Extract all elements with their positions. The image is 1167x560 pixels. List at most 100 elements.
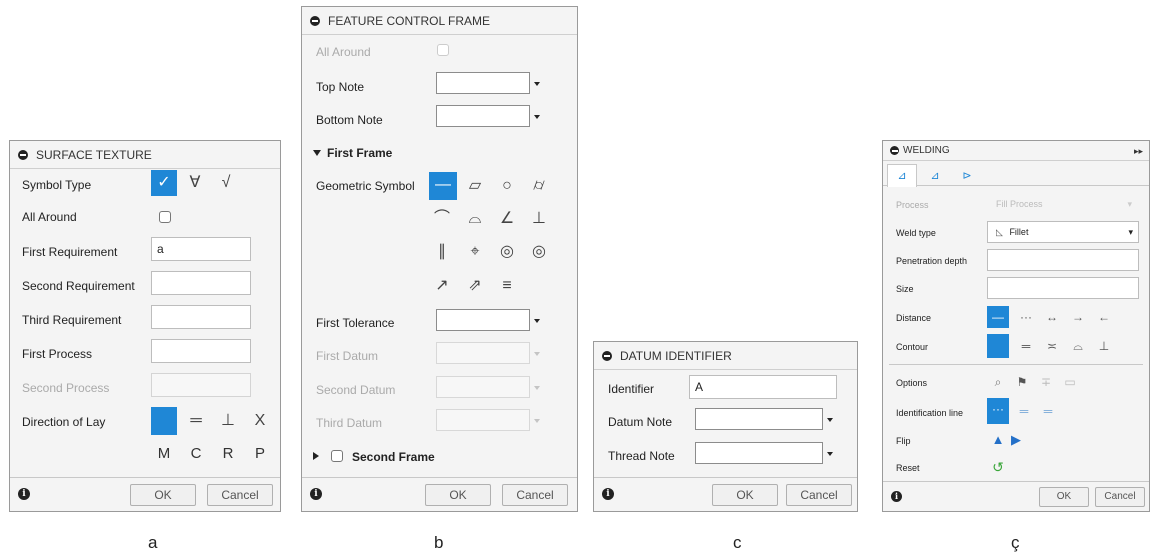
lay-none-button[interactable] bbox=[151, 407, 177, 435]
identifier-input[interactable]: A bbox=[689, 375, 837, 399]
cancel-button[interactable]: Cancel bbox=[1095, 487, 1145, 507]
distance-left-arrow-button[interactable]: ← bbox=[1093, 306, 1115, 328]
second-frame-header[interactable]: Second Frame bbox=[352, 450, 435, 464]
cancel-button[interactable]: Cancel bbox=[502, 484, 568, 506]
parallelism-symbol-button[interactable]: ∥ bbox=[429, 239, 455, 265]
tab-both-sides[interactable]: ⊳ bbox=[953, 166, 981, 186]
id-line-bottom-button[interactable]: ═ bbox=[1037, 400, 1059, 422]
second-requirement-input[interactable] bbox=[151, 271, 251, 295]
divider bbox=[889, 364, 1143, 365]
lay-multidirectional-button[interactable]: M bbox=[151, 441, 177, 467]
straightness-symbol-button[interactable]: — bbox=[429, 172, 457, 200]
circularity-symbol-button[interactable]: ○ bbox=[494, 173, 520, 199]
identification-line-label: Identification line bbox=[896, 408, 964, 418]
flag-icon[interactable]: ⚑ bbox=[1011, 371, 1033, 393]
material-removal-symbol-button[interactable]: ∀ bbox=[182, 170, 208, 196]
position-symbol-button[interactable]: ⌖ bbox=[462, 239, 488, 265]
collapse-icon[interactable] bbox=[890, 146, 899, 155]
no-material-removal-symbol-button[interactable]: √ bbox=[213, 170, 239, 196]
third-requirement-input[interactable] bbox=[151, 305, 251, 329]
surface-texture-panel: SURFACE TEXTURE Symbol Type ✓ ∀ √ All Ar… bbox=[9, 140, 281, 512]
magnifier-icon[interactable]: ⌕ bbox=[987, 371, 1009, 393]
ok-button[interactable]: OK bbox=[712, 484, 778, 506]
thread-note-dropdown[interactable] bbox=[695, 442, 823, 464]
chevron-down-icon: ▾ bbox=[1127, 199, 1132, 209]
profile-surface-symbol-button[interactable]: ⌓ bbox=[462, 206, 488, 232]
perpendicularity-symbol-button[interactable]: ⊥ bbox=[526, 206, 552, 232]
info-icon[interactable]: i bbox=[310, 488, 322, 500]
contour-flat-button[interactable]: ═ bbox=[1015, 335, 1037, 357]
datum-identifier-footer: i OK Cancel bbox=[594, 477, 857, 511]
symbol-type-label: Symbol Type bbox=[22, 178, 92, 192]
info-icon[interactable]: i bbox=[891, 491, 902, 502]
expand-panel-icon[interactable]: ▸▸ bbox=[1134, 141, 1143, 161]
flip-horizontal-icon[interactable]: ▶ bbox=[1005, 429, 1027, 451]
chevron-down-icon[interactable] bbox=[534, 115, 540, 119]
penetration-depth-input[interactable] bbox=[987, 249, 1139, 271]
flatness-symbol-button[interactable]: ▱ bbox=[462, 173, 488, 199]
bottom-note-dropdown[interactable] bbox=[436, 105, 530, 127]
contour-concave-button[interactable]: ≍ bbox=[1041, 335, 1063, 357]
angularity-symbol-button[interactable]: ∠ bbox=[494, 206, 520, 232]
datum-note-dropdown[interactable] bbox=[695, 408, 823, 430]
chevron-down-icon[interactable]: ▾ bbox=[1128, 222, 1133, 242]
second-datum-label: Second Datum bbox=[316, 383, 396, 397]
collapse-icon[interactable] bbox=[18, 150, 28, 160]
distance-both-arrows-button[interactable]: ↔ bbox=[1041, 306, 1063, 328]
contour-convex-button[interactable]: ⌓ bbox=[1067, 335, 1089, 357]
penetration-depth-label: Penetration depth bbox=[896, 256, 968, 266]
lay-crossed-button[interactable]: X bbox=[247, 408, 273, 434]
first-frame-header[interactable]: First Frame bbox=[327, 146, 392, 160]
all-around-icon[interactable]: ▭ bbox=[1059, 371, 1081, 393]
lay-perpendicular-button[interactable]: ⊥ bbox=[215, 408, 241, 434]
collapse-icon[interactable] bbox=[310, 16, 320, 26]
symmetry-symbol-button[interactable]: ≡ bbox=[494, 273, 520, 299]
lay-parallel-button[interactable]: ═ bbox=[183, 408, 209, 434]
lay-particulate-button[interactable]: P bbox=[247, 441, 273, 467]
all-around-checkbox[interactable] bbox=[159, 211, 171, 223]
first-requirement-input[interactable]: a bbox=[151, 237, 251, 261]
tab-arrow-side[interactable]: ⊿ bbox=[887, 164, 917, 187]
chevron-down-icon[interactable] bbox=[827, 452, 833, 456]
lay-radial-button[interactable]: R bbox=[215, 441, 241, 467]
info-icon[interactable]: i bbox=[18, 488, 30, 500]
cancel-button[interactable]: Cancel bbox=[207, 484, 273, 506]
basic-surface-symbol-button[interactable]: ✓ bbox=[151, 170, 177, 196]
distance-intermittent-button[interactable]: ··· bbox=[1015, 306, 1037, 328]
weld-type-dropdown[interactable]: ◺ Fillet ▾ bbox=[987, 221, 1139, 243]
distance-continuous-button[interactable]: — bbox=[987, 306, 1009, 328]
welding-tabs: ⊿ ⊿ ⊳ bbox=[883, 162, 1149, 187]
total-runout-symbol-button[interactable]: ⇗ bbox=[462, 273, 488, 299]
circular-runout-symbol-button[interactable]: ↗ bbox=[429, 273, 455, 299]
collapse-icon[interactable] bbox=[602, 351, 612, 361]
id-line-top-button[interactable]: ═ bbox=[1013, 400, 1035, 422]
expand-second-frame-icon[interactable] bbox=[313, 452, 319, 460]
top-note-dropdown[interactable] bbox=[436, 72, 530, 94]
id-line-none-button[interactable]: ··· bbox=[987, 398, 1009, 424]
reset-icon[interactable]: ↺ bbox=[987, 456, 1009, 478]
coaxiality-symbol-button[interactable]: ◎ bbox=[526, 239, 552, 265]
second-frame-checkbox[interactable] bbox=[331, 450, 343, 462]
chevron-down-icon[interactable] bbox=[534, 82, 540, 86]
size-input[interactable] bbox=[987, 277, 1139, 299]
ok-button[interactable]: OK bbox=[1039, 487, 1089, 507]
contour-none-button[interactable] bbox=[987, 334, 1009, 358]
ok-button[interactable]: OK bbox=[425, 484, 491, 506]
field-weld-icon[interactable]: ∓ bbox=[1035, 371, 1057, 393]
caption-c: c bbox=[733, 533, 742, 552]
info-icon[interactable]: i bbox=[602, 488, 614, 500]
concentricity-symbol-button[interactable]: ◎ bbox=[494, 239, 520, 265]
expand-first-frame-icon[interactable] bbox=[313, 150, 321, 156]
ok-button[interactable]: OK bbox=[130, 484, 196, 506]
first-process-input[interactable] bbox=[151, 339, 251, 363]
cancel-button[interactable]: Cancel bbox=[786, 484, 852, 506]
first-tolerance-dropdown[interactable] bbox=[436, 309, 530, 331]
contour-flush-button[interactable]: ⊥ bbox=[1093, 335, 1115, 357]
lay-circular-button[interactable]: C bbox=[183, 441, 209, 467]
cylindricity-symbol-button[interactable]: ⌭ bbox=[526, 173, 552, 199]
chevron-down-icon[interactable] bbox=[534, 319, 540, 323]
chevron-down-icon[interactable] bbox=[827, 418, 833, 422]
tab-other-side[interactable]: ⊿ bbox=[921, 166, 949, 186]
profile-line-symbol-button[interactable]: ⌒ bbox=[429, 206, 455, 232]
distance-right-arrow-button[interactable]: → bbox=[1067, 306, 1089, 328]
